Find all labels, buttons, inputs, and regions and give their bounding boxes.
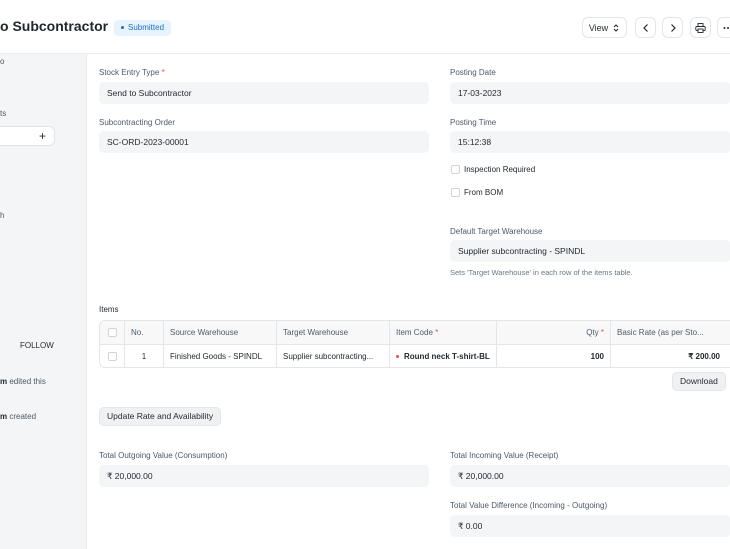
activity-item: m created (0, 412, 36, 421)
update-rate-button[interactable]: Update Rate and Availability (99, 407, 222, 426)
form-area: Stock Entry Type * Send to Subcontractor… (86, 54, 730, 549)
row-select-cell (100, 345, 125, 367)
status-label: Submitted (128, 23, 165, 32)
sidebar-fragment: ts (0, 109, 7, 118)
default-target-warehouse-field[interactable]: Supplier subcontracting - SPINDL (450, 240, 730, 262)
select-all-checkbox[interactable] (108, 328, 117, 337)
chevron-right-icon (670, 23, 676, 32)
column-header-text: Item Code (396, 328, 433, 337)
posting-date-label: Posting Date (450, 68, 496, 77)
column-header-basic-rate: Basic Rate (as per Sto... (617, 328, 704, 337)
page-header: o Subcontractor Submitted View (0, 0, 730, 54)
column-header-source-warehouse: Source Warehouse (164, 321, 277, 345)
items-label: Items (99, 305, 119, 314)
required-mark: * (435, 328, 439, 337)
target-warehouse-cell[interactable]: Supplier subcontracting... (277, 345, 390, 367)
sidebar-add-button[interactable]: + (0, 126, 55, 146)
item-code-text: Round neck T-shirt-BL (404, 352, 490, 361)
next-button[interactable] (662, 17, 683, 38)
posting-time-field[interactable]: 15:12:38 (450, 131, 730, 153)
inspection-required-label: Inspection Required (464, 165, 536, 174)
inspection-required-checkbox[interactable] (451, 165, 460, 174)
download-button[interactable]: Download (672, 372, 726, 391)
column-header-item-code: Item Code * (390, 321, 497, 345)
activity-item: m edited this (0, 377, 46, 386)
items-table: No. Source Warehouse Target Warehouse It… (99, 320, 730, 368)
stock-entry-type-field[interactable]: Send to Subcontractor (99, 82, 429, 104)
select-all-cell (100, 321, 125, 345)
default-target-warehouse-help: Sets 'Target Warehouse' in each row of t… (450, 268, 633, 277)
view-label: View (588, 22, 609, 33)
column-header-no: No. (125, 321, 164, 345)
row-number: 1 (125, 345, 164, 367)
stock-entry-type-label: Stock Entry Type * (99, 68, 165, 77)
column-header-qty: Qty * (497, 321, 611, 345)
qty-cell[interactable]: 100 (497, 345, 611, 367)
status-dot (121, 26, 124, 30)
sidebar-fragment: o (0, 57, 5, 66)
table-row[interactable]: 1 Finished Goods - SPINDL Supplier subco… (100, 345, 730, 367)
sidebar-fragment: h (0, 211, 5, 220)
posting-date-field[interactable]: 17-03-2023 (450, 82, 730, 104)
table-header-row: No. Source Warehouse Target Warehouse It… (100, 321, 730, 345)
default-target-warehouse-label: Default Target Warehouse (450, 227, 543, 236)
total-incoming-label: Total Incoming Value (Receipt) (450, 451, 559, 460)
label-text: Stock Entry Type (99, 68, 160, 77)
view-button[interactable]: View (582, 17, 627, 38)
total-difference-field[interactable]: ₹ 0.00 (450, 515, 730, 537)
print-button[interactable] (690, 17, 711, 38)
total-incoming-field[interactable]: ₹ 20,000.00 (450, 465, 730, 487)
source-warehouse-cell[interactable]: Finished Goods - SPINDL (164, 345, 277, 367)
activity-text: created (7, 412, 37, 421)
column-header-target-warehouse: Target Warehouse (277, 321, 390, 345)
from-bom-checkbox[interactable] (451, 188, 460, 197)
subcontracting-order-field[interactable]: SC-ORD-2023-00001 (99, 131, 429, 153)
more-button[interactable] (717, 17, 730, 38)
chevron-left-icon (642, 23, 648, 32)
total-difference-label: Total Value Difference (Incoming - Outgo… (450, 501, 608, 510)
page-title: o Subcontractor (0, 18, 109, 34)
previous-button[interactable] (635, 17, 656, 38)
sort-icon (613, 23, 619, 32)
activity-text: edited this (7, 377, 46, 386)
subcontracting-order-label: Subcontracting Order (99, 118, 176, 127)
required-mark: * (600, 328, 604, 337)
status-badge: Submitted (114, 20, 172, 36)
row-checkbox[interactable] (108, 352, 117, 361)
item-code-cell[interactable]: Round neck T-shirt-BL (390, 345, 497, 367)
more-icon (723, 26, 729, 29)
required-mark: * (161, 68, 165, 77)
total-outgoing-field[interactable]: ₹ 20,000.00 (99, 465, 429, 487)
basic-rate-cell[interactable]: ₹ 200.00 (611, 345, 730, 367)
printer-icon (695, 22, 706, 33)
total-outgoing-label: Total Outgoing Value (Consumption) (99, 451, 228, 460)
follow-link[interactable]: FOLLOW (20, 341, 54, 350)
from-bom-label: From BOM (464, 188, 504, 197)
sidebar: o ts + h FOLLOW m edited this m created (0, 54, 86, 549)
plus-icon: + (38, 129, 46, 143)
status-dot (396, 355, 399, 359)
column-header-text: Qty (586, 328, 599, 337)
posting-time-label: Posting Time (450, 118, 497, 127)
